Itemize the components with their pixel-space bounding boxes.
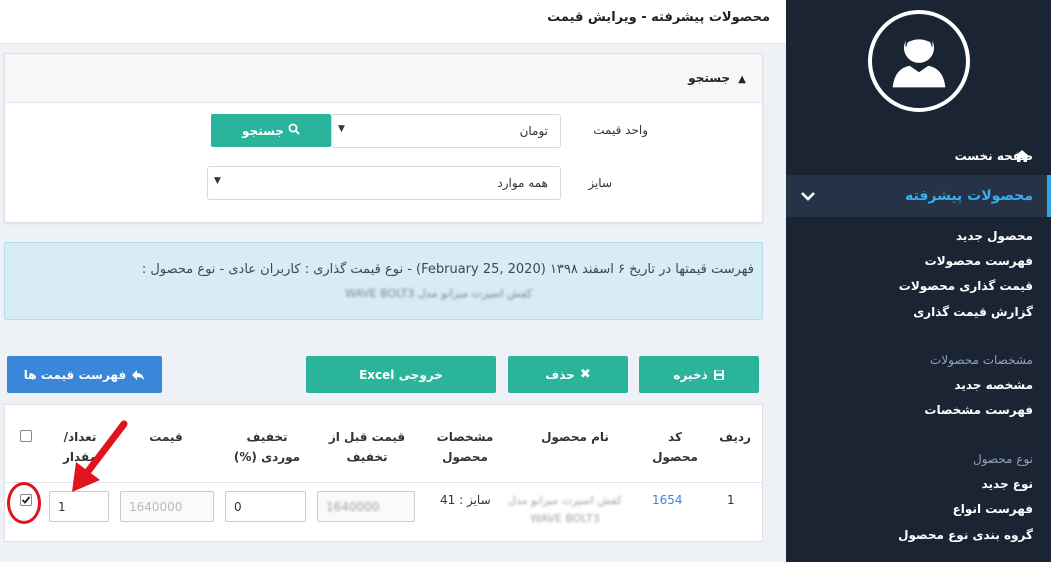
annotation-circle [7, 482, 41, 524]
size-select-value: همه موارد [497, 176, 548, 190]
search-icon [288, 123, 300, 138]
sidebar-item-spec-list[interactable]: فهرست مشخصات [924, 403, 1033, 417]
page-title: محصولات پیشرفته - ویرایش قیمت [547, 10, 770, 25]
col-header-name: نام محصول [541, 430, 609, 444]
search-panel-title-text: جستجو [688, 71, 731, 85]
sidebar-item-new-type[interactable]: نوع جدید [982, 477, 1033, 491]
page-header: محصولات پیشرفته - ویرایش قیمت [0, 0, 786, 44]
col-header-code: کد محصول [652, 430, 698, 464]
sidebar-item-new-product[interactable]: محصول جدید [956, 229, 1033, 243]
price-list-button[interactable]: فهرست قیمت ها [7, 356, 162, 393]
cell-row: 1 [727, 493, 735, 507]
price-value: 1640000 [129, 500, 183, 514]
info-line-2: کفش اسپرت میزانو مدل WAVE BOLT3 [345, 287, 532, 300]
search-button[interactable]: جستجو [211, 114, 331, 147]
cell-specs: سایز : 41 [440, 493, 491, 507]
sidebar-item-new-spec[interactable]: مشخصه جدید [954, 378, 1033, 392]
sidebar-item-product-list[interactable]: فهرست محصولات [925, 254, 1033, 268]
cell-product-name: کفش اسپرت میزانو مدل WAVE BOLT3 [507, 494, 623, 525]
caret-up-icon: ▲ [738, 74, 746, 85]
unit-select-value: تومان [519, 124, 548, 138]
save-button[interactable]: ذخیره [639, 356, 759, 393]
discount-value: 0 [234, 500, 242, 514]
sidebar-item-product-pricing[interactable]: قیمت گذاری محصولات [899, 279, 1033, 293]
delete-button[interactable]: ✖ حذف [508, 356, 628, 393]
chevron-down-icon [801, 192, 815, 201]
sidebar-active-label: محصولات پیشرفته [905, 188, 1033, 204]
quantity-value: 1 [58, 500, 66, 514]
select-all-checkbox[interactable] [20, 430, 32, 442]
search-panel-header[interactable]: ▲ جستجو [5, 54, 762, 103]
sidebar-item-advanced-products[interactable]: محصولات پیشرفته [786, 175, 1051, 217]
delete-button-label: حذف [545, 367, 575, 382]
reply-icon [132, 369, 145, 380]
col-header-specs: مشخصات محصول [436, 430, 494, 464]
info-line-1: فهرست قیمتها در تاریخ ۶ اسفند ۱۳۹۸ (Febr… [141, 262, 754, 277]
search-panel: ▲ جستجو واحد قیمت تومان ▼ جستجو سایز همه… [4, 53, 763, 223]
size-select-arrow-icon: ▼ [214, 176, 221, 186]
col-header-price: قیمت [149, 430, 183, 444]
size-select[interactable]: همه موارد ▼ [207, 166, 561, 200]
sidebar-group-product-type: نوع محصول [972, 452, 1033, 466]
unit-select[interactable]: تومان ▼ [331, 114, 561, 148]
sidebar-item-type-grouping[interactable]: گروه بندی نوع محصول [898, 528, 1033, 542]
unit-label: واحد قیمت [593, 123, 648, 137]
save-icon [713, 369, 724, 380]
sidebar-group-specs: مشخصات محصولات [930, 353, 1033, 367]
home-icon [1015, 150, 1029, 162]
annotation-arrow-icon [72, 420, 128, 492]
sidebar: صفحه نخست محصولات پیشرفته محصول جدید فهر… [786, 0, 1051, 562]
times-icon: ✖ [579, 367, 591, 382]
size-label: سایز [588, 176, 612, 190]
search-button-label: جستجو [242, 123, 284, 138]
col-header-row: ردیف [719, 430, 751, 444]
excel-export-button[interactable]: خروجی Excel [306, 356, 496, 393]
price-list-button-label: فهرست قیمت ها [23, 367, 127, 382]
cell-code-link[interactable]: 1654 [652, 493, 683, 507]
sidebar-item-pricing-report[interactable]: گزارش قیمت گذاری [913, 305, 1033, 319]
sidebar-item-type-list[interactable]: فهرست انواع [953, 502, 1033, 516]
price-before-input[interactable]: 1640000 [317, 491, 415, 522]
excel-button-label: خروجی Excel [359, 367, 443, 382]
col-header-price-before: قیمت قبل از تخفیف [328, 430, 406, 464]
unit-select-arrow-icon: ▼ [338, 124, 345, 134]
search-panel-title: ▲ جستجو [688, 71, 746, 85]
sidebar-item-home[interactable]: صفحه نخست [786, 140, 1051, 172]
info-alert: فهرست قیمتها در تاریخ ۶ اسفند ۱۳۹۸ (Febr… [4, 242, 763, 320]
save-button-label: ذخیره [673, 367, 708, 382]
price-before-value: 1640000 [326, 500, 380, 514]
col-header-discount: تخفیف موردی (%) [233, 430, 301, 464]
discount-input[interactable]: 0 [225, 491, 306, 522]
user-avatar-icon [868, 10, 970, 112]
